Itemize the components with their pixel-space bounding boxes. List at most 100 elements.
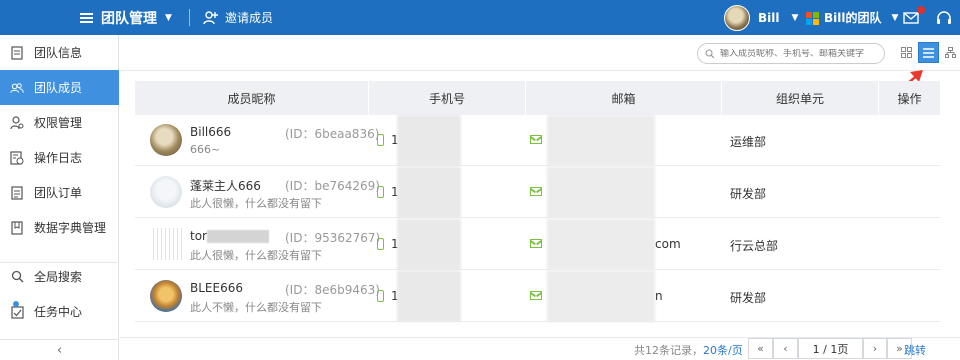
- sidebar-item-label: 团队成员: [34, 81, 83, 95]
- headset-icon: [937, 10, 951, 24]
- prev-page-button[interactable]: ‹: [773, 338, 798, 359]
- sidebar-item-dictionary[interactable]: 数据字典管理: [0, 210, 119, 245]
- redacted-email: [547, 219, 655, 270]
- phone-icon: [377, 186, 384, 198]
- member-org: 运维部: [730, 135, 767, 149]
- notification-badge: [917, 6, 925, 14]
- member-description: 666~: [190, 143, 221, 156]
- first-page-button[interactable]: «: [748, 338, 773, 359]
- add-user-icon: [203, 10, 218, 24]
- email-icon: [530, 135, 542, 144]
- grid-icon: [901, 47, 912, 58]
- member-description: 此人不懒，什么都没有留下: [190, 301, 322, 314]
- member-email-suffix: com: [655, 237, 681, 251]
- column-header[interactable]: 邮箱: [526, 81, 722, 115]
- permission-icon: [10, 115, 24, 130]
- mail-icon: [903, 11, 919, 24]
- redacted-nickname: [206, 230, 269, 243]
- avatar: [724, 4, 750, 31]
- table-row[interactable]: 蓬莱主人666 此人很懒，什么都没有留下 (ID：be764269) 1 研发部: [135, 167, 940, 218]
- member-nickname: Bill666: [190, 125, 232, 139]
- search-icon: [10, 270, 24, 284]
- member-org: 研发部: [730, 187, 767, 201]
- table-row[interactable]: Bill666 666~ (ID：6beaa836) 1 运维部: [135, 115, 940, 166]
- list-icon: [923, 47, 934, 58]
- team-logo-icon: [806, 11, 819, 25]
- email-icon: [530, 187, 542, 196]
- chevron-down-icon: ▼: [791, 12, 799, 23]
- sidebar-item-team-info[interactable]: 团队信息: [0, 35, 119, 70]
- page-size-select[interactable]: 20条/页: [703, 344, 743, 357]
- chevron-left-icon: ‹: [56, 342, 63, 358]
- sidebar: 团队信息 团队成员 权限管理 操作日志 团队订单 数据字典管理 全局搜索 任务中…: [0, 35, 119, 360]
- header-title: 团队管理: [101, 10, 157, 27]
- org-view-button[interactable]: [940, 42, 960, 63]
- pagination-bar: 共12条记录，20条/页 « ‹ 1 / 1页 › » 跳转: [120, 337, 960, 360]
- sidebar-item-label: 权限管理: [34, 116, 83, 130]
- sidebar-item-label: 操作日志: [34, 151, 83, 165]
- total-records: 共12条记录，20条/页: [634, 344, 743, 357]
- order-icon: [10, 185, 24, 200]
- support-button[interactable]: [936, 0, 952, 35]
- member-description: 此人很懒，什么都没有留下: [190, 197, 322, 210]
- table-row[interactable]: BLEE666 此人不懒，什么都没有留下 (ID：8e6b9463) 1 n 研…: [135, 271, 940, 322]
- sidebar-item-orders[interactable]: 团队订单: [0, 175, 119, 210]
- member-description: 此人很懒，什么都没有留下: [190, 249, 322, 262]
- avatar: [150, 124, 182, 156]
- sidebar-item-global-search[interactable]: 全局搜索: [0, 259, 119, 294]
- user-menu[interactable]: Bill ▼: [724, 0, 798, 35]
- messages-button[interactable]: [903, 0, 925, 35]
- search-input[interactable]: [720, 48, 880, 59]
- member-id: (ID：be764269): [285, 179, 380, 193]
- list-view-button[interactable]: [918, 42, 939, 63]
- dictionary-icon: [10, 220, 24, 235]
- avatar: [150, 228, 182, 260]
- phone-icon: [377, 134, 384, 146]
- hamburger-icon: [80, 12, 93, 23]
- member-org: 行云总部: [730, 239, 779, 253]
- sidebar-collapse-button[interactable]: ‹: [0, 339, 119, 360]
- redacted-email: [547, 115, 655, 166]
- chevron-down-icon: ▼: [891, 12, 899, 23]
- sidebar-item-logs[interactable]: 操作日志: [0, 140, 119, 175]
- sidebar-item-label: 全局搜索: [34, 270, 83, 284]
- member-id: (ID：8e6b9463): [285, 283, 380, 297]
- table-row[interactable]: tor 此人很懒，什么都没有留下 (ID：95362767) 1 com 行云总…: [135, 219, 940, 270]
- header-divider: [189, 9, 190, 26]
- doc-icon: [10, 45, 24, 60]
- redacted-phone: [397, 115, 461, 166]
- sidebar-item-members[interactable]: 团队成员: [0, 70, 119, 105]
- log-icon: [10, 150, 24, 165]
- member-search[interactable]: [697, 43, 885, 64]
- redacted-email: [547, 271, 655, 322]
- grid-view-button[interactable]: [896, 42, 917, 63]
- team-switcher[interactable]: Bill的团队 ▼: [806, 0, 898, 35]
- user-name: Bill: [758, 10, 780, 25]
- jump-button[interactable]: 跳转: [904, 342, 926, 358]
- member-id: (ID：6beaa836): [285, 127, 380, 141]
- redacted-email: [547, 167, 655, 218]
- column-header: 操作: [897, 91, 922, 106]
- sidebar-item-label: 数据字典管理: [34, 221, 107, 235]
- invite-member-button[interactable]: 邀请成员: [203, 0, 273, 35]
- column-header[interactable]: 手机号: [369, 81, 526, 115]
- task-notification-dot: [13, 301, 19, 307]
- sidebar-item-label: 团队订单: [34, 186, 83, 200]
- column-header[interactable]: 成员昵称: [135, 81, 369, 115]
- page-indicator[interactable]: 1 / 1页: [798, 338, 863, 359]
- top-header: 团队管理 ▼ 邀请成员 Bill ▼ Bill的团队 ▼: [0, 0, 960, 35]
- org-chart-icon: [945, 47, 956, 58]
- redacted-phone: [397, 167, 461, 218]
- email-icon: [530, 239, 542, 248]
- next-page-button[interactable]: ›: [863, 338, 887, 359]
- member-email-suffix: n: [655, 289, 663, 303]
- redacted-phone: [397, 219, 461, 270]
- sidebar-item-permissions[interactable]: 权限管理: [0, 105, 119, 140]
- sidebar-item-tasks[interactable]: 任务中心: [0, 294, 119, 329]
- column-header[interactable]: 组织单元: [722, 81, 879, 115]
- redacted-phone: [397, 271, 461, 322]
- team-menu-button[interactable]: 团队管理 ▼: [80, 0, 172, 35]
- phone-icon: [377, 238, 384, 250]
- content-toolbar: [120, 35, 960, 71]
- sidebar-item-label: 任务中心: [34, 305, 83, 319]
